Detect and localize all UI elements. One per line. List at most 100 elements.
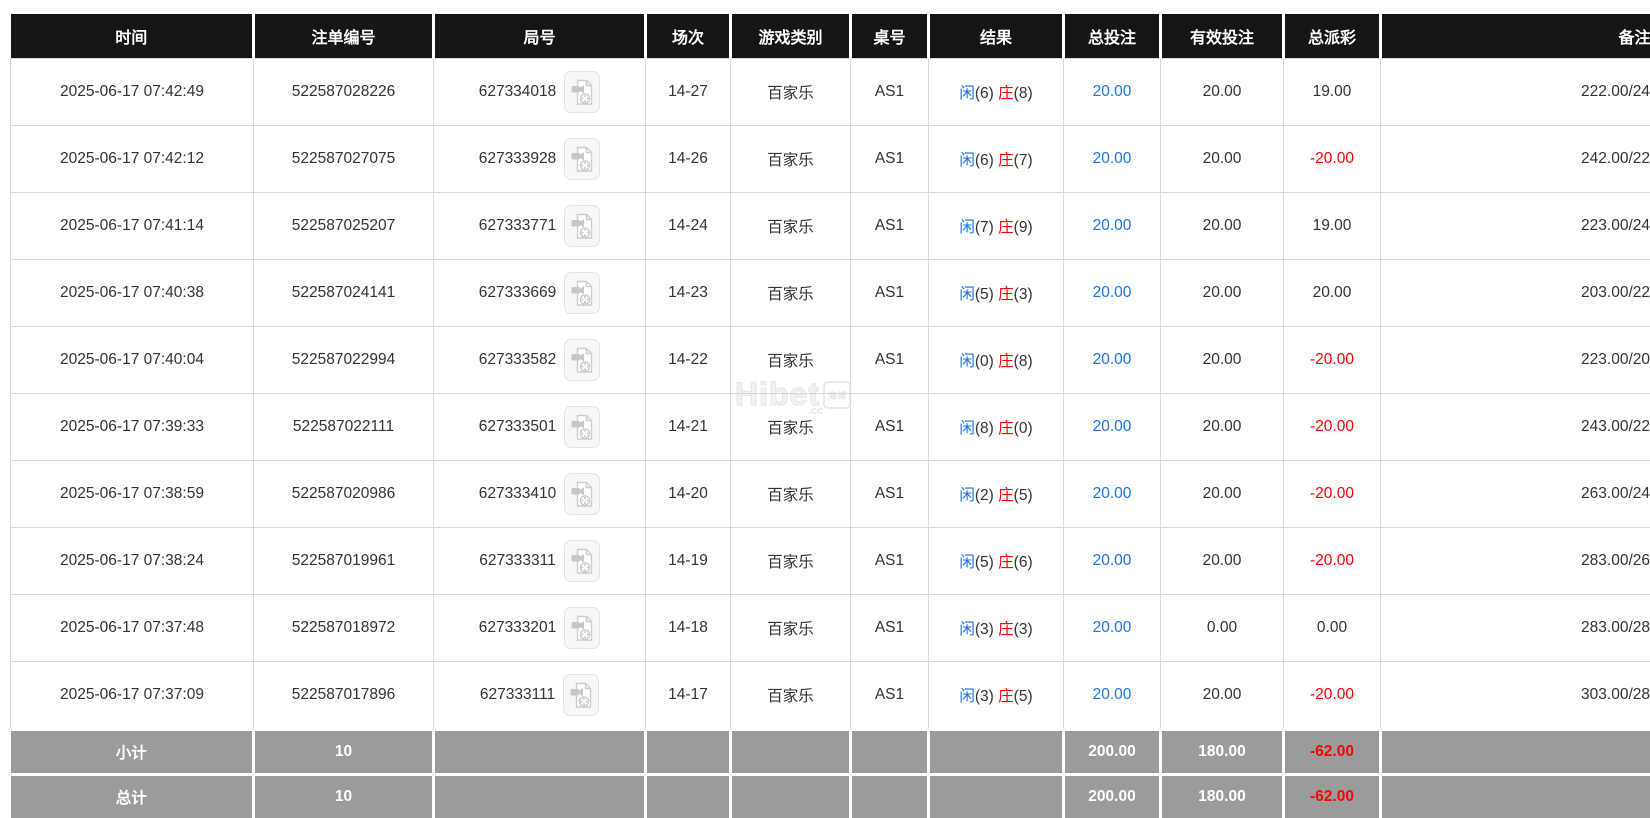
cell-remark: 263.00/24 bbox=[1381, 461, 1650, 528]
video-file-icon bbox=[571, 146, 593, 173]
cell-total-bet: 20.00 bbox=[1064, 595, 1161, 662]
cell-remark: 223.00/24 bbox=[1381, 193, 1650, 260]
round-no-group: 627333771 bbox=[434, 205, 645, 247]
cell-valid-bet: 20.00 bbox=[1161, 59, 1284, 126]
cell-game-type: 百家乐 bbox=[731, 260, 851, 327]
video-file-icon bbox=[571, 79, 593, 106]
cell-round-no: 627333201 bbox=[434, 595, 646, 662]
video-replay-button[interactable] bbox=[564, 607, 600, 649]
cell-payout: 19.00 bbox=[1284, 59, 1381, 126]
result-player-score: (2) bbox=[975, 487, 994, 504]
cell-payout: -20.00 bbox=[1284, 528, 1381, 595]
cell-remark: 222.00/24 bbox=[1381, 59, 1650, 126]
cell-payout: -20.00 bbox=[1284, 327, 1381, 394]
result-banker-score: (5) bbox=[1014, 688, 1033, 705]
video-replay-button[interactable] bbox=[564, 540, 600, 582]
cell-valid-bet: 20.00 bbox=[1161, 126, 1284, 193]
round-no-value: 627333582 bbox=[479, 351, 557, 369]
result-player-score: (6) bbox=[975, 152, 994, 169]
round-no-group: 627333201 bbox=[434, 607, 645, 649]
cell-bet-no: 522587027075 bbox=[254, 126, 434, 193]
round-no-value: 627333311 bbox=[479, 552, 555, 570]
round-no-value: 627333201 bbox=[479, 619, 557, 637]
cell-valid-bet: 20.00 bbox=[1161, 260, 1284, 327]
header-table-no: 桌号 bbox=[851, 14, 929, 59]
video-file-icon bbox=[571, 280, 593, 307]
round-no-value: 627333669 bbox=[479, 284, 557, 302]
cell-game-type: 百家乐 bbox=[731, 528, 851, 595]
video-replay-button[interactable] bbox=[564, 339, 600, 381]
cell-total-bet: 20.00 bbox=[1064, 394, 1161, 461]
subtotal-row: 小计 10 200.00 180.00 -62.00 bbox=[11, 730, 1650, 775]
cell-result: 闲(0) 庄(8) bbox=[929, 327, 1064, 394]
total-label: 总计 bbox=[11, 775, 254, 818]
video-replay-button[interactable] bbox=[564, 205, 600, 247]
header-total-payout: 总派彩 bbox=[1284, 14, 1381, 59]
cell-table-no: AS1 bbox=[851, 193, 929, 260]
cell-valid-bet: 20.00 bbox=[1161, 662, 1284, 730]
result-player-label: 闲 bbox=[959, 420, 975, 437]
bet-records-table-wrap: 时间 注单编号 局号 场次 游戏类别 桌号 结果 总投注 有效投注 总派彩 备注… bbox=[10, 14, 1650, 818]
result-banker-score: (0) bbox=[1014, 420, 1033, 437]
cell-total-bet: 20.00 bbox=[1064, 327, 1161, 394]
round-no-group: 627333501 bbox=[434, 406, 645, 448]
result-banker-label: 庄 bbox=[998, 554, 1014, 571]
cell-bet-no: 522587028226 bbox=[254, 59, 434, 126]
video-replay-button[interactable] bbox=[564, 406, 600, 448]
cell-table-no: AS1 bbox=[851, 260, 929, 327]
cell-session: 14-22 bbox=[646, 327, 731, 394]
cell-result: 闲(3) 庄(3) bbox=[929, 595, 1064, 662]
total-count: 10 bbox=[254, 775, 434, 818]
video-replay-button[interactable] bbox=[563, 674, 599, 716]
result-player-label: 闲 bbox=[959, 688, 975, 705]
subtotal-valid-bet: 180.00 bbox=[1161, 730, 1284, 775]
cell-result: 闲(3) 庄(5) bbox=[929, 662, 1064, 730]
total-row: 总计 10 200.00 180.00 -62.00 bbox=[11, 775, 1650, 818]
cell-game-type: 百家乐 bbox=[731, 461, 851, 528]
cell-table-no: AS1 bbox=[851, 595, 929, 662]
cell-time: 2025-06-17 07:40:38 bbox=[11, 260, 254, 327]
cell-round-no: 627334018 bbox=[434, 59, 646, 126]
cell-time: 2025-06-17 07:42:49 bbox=[11, 59, 254, 126]
cell-payout: -20.00 bbox=[1284, 126, 1381, 193]
header-remark: 备注 bbox=[1381, 14, 1650, 59]
cell-time: 2025-06-17 07:41:14 bbox=[11, 193, 254, 260]
cell-round-no: 627333928 bbox=[434, 126, 646, 193]
cell-remark: 242.00/22 bbox=[1381, 126, 1650, 193]
video-replay-button[interactable] bbox=[564, 272, 600, 314]
cell-result: 闲(2) 庄(5) bbox=[929, 461, 1064, 528]
cell-session: 14-27 bbox=[646, 59, 731, 126]
cell-total-bet: 20.00 bbox=[1064, 528, 1161, 595]
cell-game-type: 百家乐 bbox=[731, 59, 851, 126]
bet-record-row: 2025-06-17 07:38:24522587019961627333311… bbox=[11, 528, 1650, 595]
subtotal-count: 10 bbox=[254, 730, 434, 775]
subtotal-total-bet: 200.00 bbox=[1064, 730, 1161, 775]
cell-valid-bet: 0.00 bbox=[1161, 595, 1284, 662]
cell-round-no: 627333111 bbox=[434, 662, 646, 730]
cell-session: 14-24 bbox=[646, 193, 731, 260]
result-banker-label: 庄 bbox=[998, 621, 1014, 638]
video-replay-button[interactable] bbox=[564, 138, 600, 180]
cell-payout: -20.00 bbox=[1284, 461, 1381, 528]
table-body: 2025-06-17 07:42:49522587028226 627334018… bbox=[11, 59, 1650, 730]
cell-time: 2025-06-17 07:37:09 bbox=[11, 662, 254, 730]
cell-remark: 243.00/22 bbox=[1381, 394, 1650, 461]
bet-record-row: 2025-06-17 07:42:12522587027075627333928… bbox=[11, 126, 1650, 193]
result-player-label: 闲 bbox=[959, 621, 975, 638]
cell-game-type: 百家乐 bbox=[731, 662, 851, 730]
result-banker-score: (8) bbox=[1014, 85, 1033, 102]
video-replay-button[interactable] bbox=[564, 71, 600, 113]
cell-bet-no: 522587025207 bbox=[254, 193, 434, 260]
cell-game-type: 百家乐 bbox=[731, 126, 851, 193]
video-file-icon bbox=[571, 347, 593, 374]
cell-table-no: AS1 bbox=[851, 662, 929, 730]
video-replay-button[interactable] bbox=[564, 473, 600, 515]
header-game-type: 游戏类别 bbox=[731, 14, 851, 59]
result-player-label: 闲 bbox=[959, 286, 975, 303]
subtotal-payout: -62.00 bbox=[1284, 730, 1381, 775]
video-file-icon bbox=[570, 682, 592, 709]
header-session: 场次 bbox=[646, 14, 731, 59]
round-no-value: 627334018 bbox=[479, 83, 557, 101]
round-no-group: 627333111 bbox=[434, 674, 645, 716]
total-valid-bet: 180.00 bbox=[1161, 775, 1284, 818]
